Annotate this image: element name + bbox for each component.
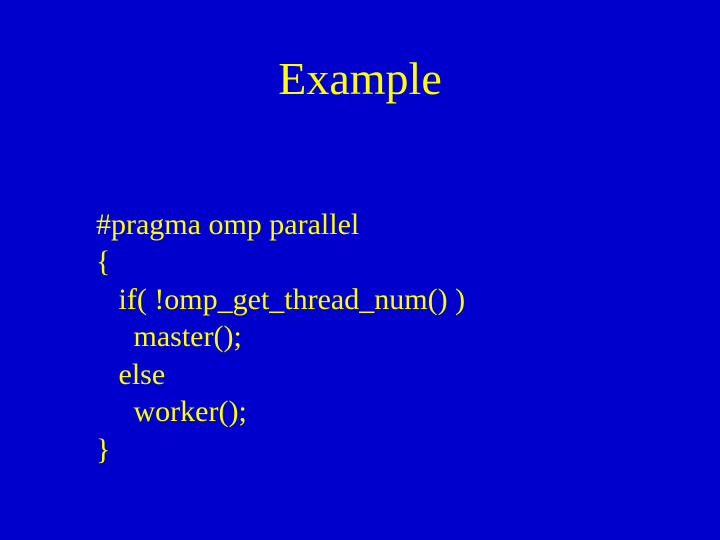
slide-title: Example bbox=[0, 0, 720, 105]
code-line: { bbox=[96, 245, 110, 278]
code-line: else bbox=[96, 358, 165, 391]
code-line: if( !omp_get_thread_num() ) bbox=[96, 283, 465, 316]
code-line: master(); bbox=[96, 320, 242, 353]
code-line: worker(); bbox=[96, 395, 247, 428]
code-line: #pragma omp parallel bbox=[96, 208, 359, 241]
slide: Example #pragma omp parallel { if( !omp_… bbox=[0, 0, 720, 540]
code-line: } bbox=[96, 433, 110, 466]
code-block: #pragma omp parallel { if( !omp_get_thre… bbox=[96, 168, 465, 468]
